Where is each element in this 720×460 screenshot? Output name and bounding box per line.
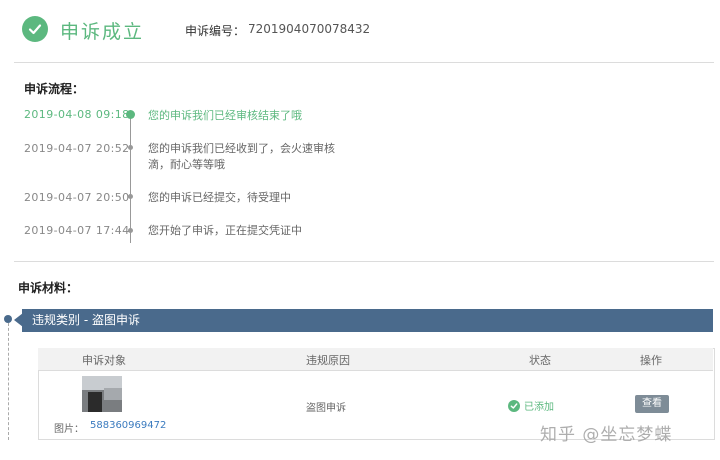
timeline-time: 2019-04-07 20:52 — [24, 142, 130, 155]
materials-section-title: 申诉材料： — [18, 281, 79, 295]
timeline-text: 您的申诉我们已经审核结束了哦 — [148, 109, 302, 122]
table-header-row — [38, 348, 713, 371]
timeline-text: 滴，耐心等等哦 — [148, 158, 225, 171]
watermark: 知乎 @坐忘梦蝶 — [540, 425, 673, 445]
divider — [14, 62, 714, 63]
success-check-icon — [22, 16, 48, 42]
column-header-action: 操作 — [640, 354, 662, 367]
status-text: 已添加 — [524, 402, 554, 413]
timeline-text: 您开始了申诉，正在提交凭证中 — [148, 224, 302, 237]
image-id-link[interactable]: 588360969472 — [90, 420, 166, 431]
timeline-time: 2019-04-08 09:18 — [24, 108, 130, 121]
violation-reason: 盗图申诉 — [306, 403, 346, 414]
check-icon — [508, 399, 520, 412]
timeline-time: 2019-04-07 20:50 — [24, 191, 130, 204]
case-number-label: 申诉编号： — [185, 24, 246, 38]
timeline-text: 您的申诉已经提交，待受理中 — [148, 191, 291, 204]
case-number: 7201904070078432 — [248, 22, 371, 36]
image-label: 图片： — [54, 424, 84, 435]
violation-category-text: 违规类别 - 盗图申诉 — [32, 313, 140, 327]
column-header-status: 状态 — [529, 354, 551, 367]
page-title: 申诉成立 — [60, 21, 145, 43]
divider — [14, 261, 714, 262]
process-section-title: 申诉流程： — [24, 82, 85, 96]
evidence-image-thumbnail[interactable] — [82, 376, 122, 412]
timeline-text: 您的申诉我们已经收到了，会火速审核 — [148, 142, 335, 155]
column-header-reason: 违规原因 — [306, 354, 350, 367]
timeline-line — [130, 112, 131, 243]
column-header-object: 申诉对象 — [82, 354, 126, 367]
view-button[interactable]: 查看 — [635, 395, 669, 413]
side-dot — [4, 315, 12, 323]
side-dashed-line — [8, 318, 9, 440]
timeline-time: 2019-04-07 17:44 — [24, 224, 130, 237]
status-badge: 已添加 — [508, 398, 554, 413]
